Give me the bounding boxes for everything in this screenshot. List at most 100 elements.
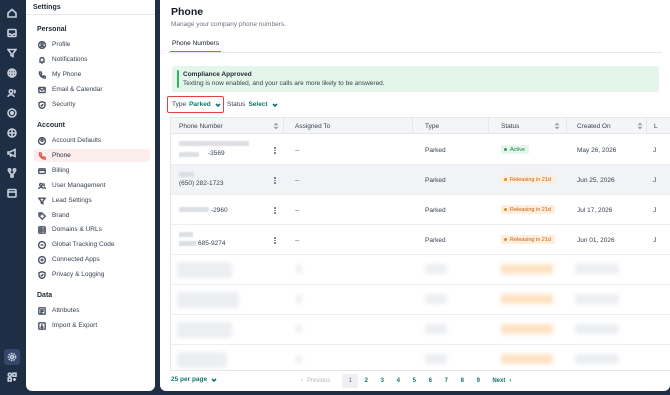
- funnel-icon: [37, 196, 46, 205]
- sidebar-item-my-phone[interactable]: My Phone: [34, 68, 150, 81]
- status-filter[interactable]: Status Select: [227, 96, 278, 113]
- import-export-icon: [37, 321, 46, 330]
- sidebar-item-label: Security: [52, 101, 76, 108]
- sidebar-item-domains-urls[interactable]: Domains & URLs: [34, 223, 150, 236]
- page-button[interactable]: 4: [390, 374, 406, 388]
- phone-icon: [37, 151, 46, 160]
- sort-icon[interactable]: [637, 122, 643, 130]
- sidebar-item-phone[interactable]: Phone: [34, 149, 150, 162]
- more-icon[interactable]: [274, 237, 277, 245]
- redacted-text: [177, 292, 239, 308]
- page-button[interactable]: 3: [374, 374, 390, 388]
- tab-phone-numbers[interactable]: Phone Numbers: [170, 40, 221, 52]
- settings-icon[interactable]: [4, 349, 20, 365]
- filter-icon[interactable]: [6, 47, 18, 59]
- credit-card-icon: [37, 166, 46, 175]
- sidebar-item-user-management[interactable]: User Management: [34, 179, 150, 192]
- sidebar-item-label: Lead Settings: [52, 197, 92, 204]
- sidebar-item-brand[interactable]: Brand: [34, 209, 150, 222]
- phone-number: 685-9274: [198, 240, 226, 247]
- table-row[interactable]: -3569 -- Parked Active May 26, 2026 J: [171, 135, 670, 165]
- last-cell: J: [653, 237, 657, 244]
- phone-icon: [37, 70, 46, 79]
- pagination: ‹ Previous 1 2 3 4 5 6 7 8 9 Next ›: [301, 374, 511, 388]
- calendar-icon[interactable]: [6, 187, 18, 199]
- sidebar-item-email-calendar[interactable]: Email & Calendar: [34, 83, 150, 96]
- sidebar-item-profile[interactable]: Profile: [34, 38, 150, 51]
- redacted-text: [179, 172, 194, 177]
- apps-icon[interactable]: [6, 371, 18, 383]
- home-icon[interactable]: [6, 7, 18, 19]
- sidebar-item-privacy-logging[interactable]: Privacy & Logging: [34, 268, 150, 281]
- more-icon[interactable]: [274, 207, 277, 215]
- column-header-phone-number[interactable]: Phone Number: [179, 118, 279, 134]
- sidebar-item-lead-settings[interactable]: Lead Settings: [34, 194, 150, 207]
- sidebar-item-label: Profile: [52, 41, 71, 48]
- next-page-button[interactable]: Next ›: [492, 378, 511, 384]
- page-button[interactable]: 1: [342, 374, 359, 388]
- redacted-text: [501, 324, 553, 334]
- mail-icon: [37, 85, 46, 94]
- table-row[interactable]: (650) 282-1723 -- Parked Releasing in 21…: [171, 165, 670, 195]
- more-icon[interactable]: [274, 147, 277, 155]
- sidebar-item-account-defaults[interactable]: Account Defaults: [34, 134, 150, 147]
- column-divider: [488, 118, 489, 134]
- table-row[interactable]: -2960 -- Parked Releasing in 21d Jul 17,…: [171, 195, 670, 225]
- sidebar-item-attributes[interactable]: Attributes: [34, 304, 150, 317]
- table-header: Phone Number Assigned To Type Status Cre…: [171, 118, 670, 134]
- page-button[interactable]: 2: [358, 374, 374, 388]
- shield-icon: [37, 100, 46, 109]
- column-header-assigned-to[interactable]: Assigned To: [295, 118, 415, 134]
- plug-icon: [37, 255, 46, 264]
- page-title: Phone: [171, 6, 204, 18]
- sidebar-item-label: Account Defaults: [52, 137, 102, 144]
- per-page-select[interactable]: 25 per page: [171, 376, 217, 383]
- megaphone-icon[interactable]: [6, 147, 18, 159]
- section-data: Data: [37, 292, 53, 299]
- page-button[interactable]: 8: [454, 374, 470, 388]
- user-circle-icon: [37, 40, 46, 49]
- redacted-row: [171, 345, 670, 370]
- table-row[interactable]: 685-9274 -- Parked Releasing in 21d Jun …: [171, 225, 670, 255]
- section-personal: Personal: [37, 26, 67, 33]
- previous-page-button[interactable]: ‹ Previous: [301, 378, 330, 384]
- status-filter-value: Select: [248, 101, 268, 108]
- type-filter[interactable]: Type Parked: [167, 96, 224, 113]
- phone-numbers-table: Phone Number Assigned To Type Status Cre…: [170, 117, 670, 371]
- sidebar-item-global-tracking-code[interactable]: Global Tracking Code: [34, 238, 150, 251]
- sidebar-item-label: My Phone: [52, 71, 82, 78]
- status-dot-icon: [504, 148, 507, 151]
- branch-icon[interactable]: [6, 167, 18, 179]
- sort-icon[interactable]: [273, 122, 279, 130]
- type: Parked: [425, 177, 446, 184]
- sort-icon[interactable]: [554, 122, 560, 130]
- sidebar-item-notifications[interactable]: Notifications: [34, 53, 150, 66]
- inbox-icon[interactable]: [6, 27, 18, 39]
- status-badge: Releasing in 21d: [501, 235, 555, 244]
- redacted-text: [501, 354, 553, 364]
- sidebar-item-billing[interactable]: Billing: [34, 164, 150, 177]
- sidebar-item-security[interactable]: Security: [34, 98, 150, 111]
- column-header-created-on[interactable]: Created On: [577, 118, 643, 134]
- icon-rail: [0, 0, 24, 395]
- sidebar-item-label: Phone: [52, 152, 71, 159]
- more-icon[interactable]: [274, 177, 277, 185]
- sidebar-item-import-export[interactable]: Import & Export: [34, 319, 150, 332]
- circle-dot-icon[interactable]: [6, 107, 18, 119]
- section-account: Account: [37, 122, 65, 129]
- column-header-status[interactable]: Status: [501, 118, 560, 134]
- page-button[interactable]: 7: [438, 374, 454, 388]
- redacted-text: [425, 294, 447, 304]
- redacted-text: [179, 241, 196, 246]
- chevron-right-icon: ›: [509, 378, 512, 384]
- contacts-icon[interactable]: [6, 87, 18, 99]
- grid-icon[interactable]: [6, 127, 18, 139]
- column-header-type[interactable]: Type: [425, 118, 485, 134]
- globe-icon[interactable]: [6, 67, 18, 79]
- page-button[interactable]: 9: [470, 374, 486, 388]
- column-header-last[interactable]: L: [654, 118, 666, 134]
- page-button[interactable]: 5: [406, 374, 422, 388]
- list-icon: [37, 306, 46, 315]
- sidebar-item-connected-apps[interactable]: Connected Apps: [34, 253, 150, 266]
- page-button[interactable]: 6: [422, 374, 438, 388]
